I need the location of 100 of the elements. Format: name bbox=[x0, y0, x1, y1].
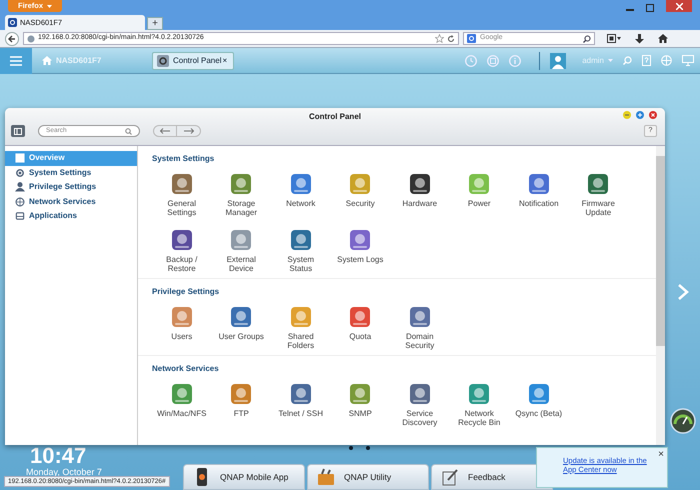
user-avatar-icon[interactable] bbox=[550, 52, 566, 68]
phone-icon bbox=[194, 468, 210, 486]
control-panel-item[interactable]: System Logs bbox=[330, 228, 390, 274]
bookmarks-icon[interactable] bbox=[607, 34, 621, 43]
reload-icon[interactable] bbox=[447, 34, 455, 42]
sidebar-item[interactable]: Privilege Settings bbox=[5, 180, 137, 194]
close-button[interactable]: × bbox=[658, 447, 664, 462]
right-arrow-icon bbox=[184, 128, 194, 134]
app-icon bbox=[348, 382, 372, 406]
app-icon bbox=[229, 305, 254, 329]
caret-icon bbox=[47, 4, 52, 8]
globe-icon bbox=[27, 34, 35, 42]
google-icon bbox=[467, 34, 476, 43]
star-icon[interactable] bbox=[435, 34, 444, 43]
app-icon bbox=[288, 228, 313, 252]
caret-icon bbox=[608, 59, 613, 62]
app-icon bbox=[408, 382, 432, 406]
control-panel-item[interactable]: Network bbox=[271, 172, 330, 218]
app-icon bbox=[229, 172, 254, 196]
control-panel-item[interactable]: SNMP bbox=[330, 382, 390, 428]
close-tab-button[interactable]: × bbox=[222, 54, 228, 66]
control-panel-item[interactable]: Qsync (Beta) bbox=[509, 382, 568, 428]
control-panel-item[interactable]: System Status bbox=[271, 228, 330, 274]
sidebar-toggle-button[interactable] bbox=[11, 125, 25, 137]
hostname: NASD601F7 bbox=[56, 54, 102, 66]
toolbox-icon bbox=[318, 468, 334, 486]
app-icon bbox=[408, 305, 432, 329]
minimize-icon[interactable] bbox=[623, 111, 631, 119]
control-panel-item[interactable]: Win/Mac/NFS bbox=[152, 382, 212, 428]
app-icon bbox=[288, 305, 313, 329]
clock-time: 10:47 bbox=[30, 445, 86, 467]
section-heading: Network Services bbox=[152, 363, 219, 375]
gear-icon bbox=[15, 168, 25, 178]
app-icon bbox=[170, 228, 194, 252]
sidebar-item[interactable]: Network Services bbox=[5, 194, 137, 209]
control-panel-item[interactable]: Shared Folders bbox=[271, 305, 330, 351]
app-icon bbox=[526, 382, 551, 406]
app-icon bbox=[348, 228, 372, 252]
control-panel-item[interactable]: Service Discovery bbox=[390, 382, 450, 428]
maximize-icon[interactable] bbox=[646, 4, 654, 12]
new-tab-button[interactable]: + bbox=[147, 17, 163, 30]
app-icon bbox=[229, 382, 254, 406]
control-panel-item[interactable]: Quota bbox=[330, 305, 390, 351]
section-heading: System Settings bbox=[152, 153, 214, 165]
gauge-icon[interactable] bbox=[670, 408, 696, 434]
control-panel-item[interactable]: External Device bbox=[212, 228, 271, 274]
control-panel-item[interactable]: Power bbox=[450, 172, 509, 218]
close-button[interactable] bbox=[666, 0, 692, 12]
app-icon bbox=[348, 172, 372, 196]
sidebar-item[interactable]: System Settings bbox=[5, 166, 137, 180]
app-icon bbox=[170, 172, 194, 196]
back-button[interactable] bbox=[5, 32, 19, 46]
dock-button[interactable]: QNAP Utility bbox=[307, 464, 429, 490]
control-panel-item[interactable]: Firmware Update bbox=[568, 172, 628, 218]
window-title: Control Panel bbox=[308, 111, 361, 123]
panel-icon bbox=[14, 128, 22, 134]
sidebar-item[interactable]: Applications bbox=[5, 209, 137, 224]
close-icon[interactable] bbox=[649, 111, 657, 119]
app-icon bbox=[526, 172, 551, 196]
control-panel-item[interactable]: Users bbox=[152, 305, 212, 351]
person-icon bbox=[15, 182, 25, 192]
control-panel-item[interactable]: Telnet / SSH bbox=[271, 382, 330, 428]
drive-icon bbox=[15, 211, 25, 222]
pencil-icon bbox=[442, 468, 458, 486]
app-icon bbox=[229, 228, 254, 252]
control-panel-item[interactable]: Hardware bbox=[390, 172, 450, 218]
control-panel-item[interactable]: Notification bbox=[509, 172, 568, 218]
close-icon bbox=[676, 2, 682, 10]
control-panel-item[interactable]: Security bbox=[330, 172, 390, 218]
download-icon[interactable] bbox=[635, 34, 644, 44]
control-panel-item[interactable]: Domain Security bbox=[390, 305, 450, 351]
home-icon[interactable] bbox=[658, 34, 668, 43]
clock-date: Monday, October 7 bbox=[26, 467, 102, 477]
menu-icon bbox=[10, 56, 22, 66]
forward-button[interactable] bbox=[177, 125, 201, 137]
qnap-logo-icon bbox=[8, 18, 17, 27]
back-arrow-icon bbox=[8, 34, 16, 42]
app-icon bbox=[170, 382, 194, 406]
dock-button[interactable]: QNAP Mobile App bbox=[183, 464, 305, 490]
app-icon bbox=[170, 305, 194, 329]
control-panel-item[interactable]: Storage Manager bbox=[212, 172, 271, 218]
app-tab[interactable]: Control Panel× bbox=[152, 52, 234, 70]
app-icon bbox=[467, 382, 492, 406]
app-icon bbox=[467, 172, 492, 196]
gear-icon bbox=[157, 54, 169, 66]
left-arrow-icon bbox=[160, 128, 170, 134]
control-panel-item[interactable]: User Groups bbox=[212, 305, 271, 351]
globe-icon bbox=[15, 196, 25, 207]
control-panel-item[interactable]: FTP bbox=[212, 382, 271, 428]
app-icon bbox=[288, 172, 313, 196]
search-icon[interactable] bbox=[583, 34, 591, 42]
control-panel-item[interactable]: Backup / Restore bbox=[152, 228, 212, 274]
control-panel-item[interactable]: General Settings bbox=[152, 172, 212, 218]
app-icon bbox=[348, 305, 372, 329]
section-heading: Privilege Settings bbox=[152, 286, 220, 298]
scrollbar[interactable] bbox=[656, 146, 665, 445]
search-icon bbox=[125, 128, 132, 134]
control-panel-item[interactable]: Network Recycle Bin bbox=[450, 382, 509, 428]
app-icon bbox=[288, 382, 313, 406]
app-icon bbox=[586, 172, 610, 196]
